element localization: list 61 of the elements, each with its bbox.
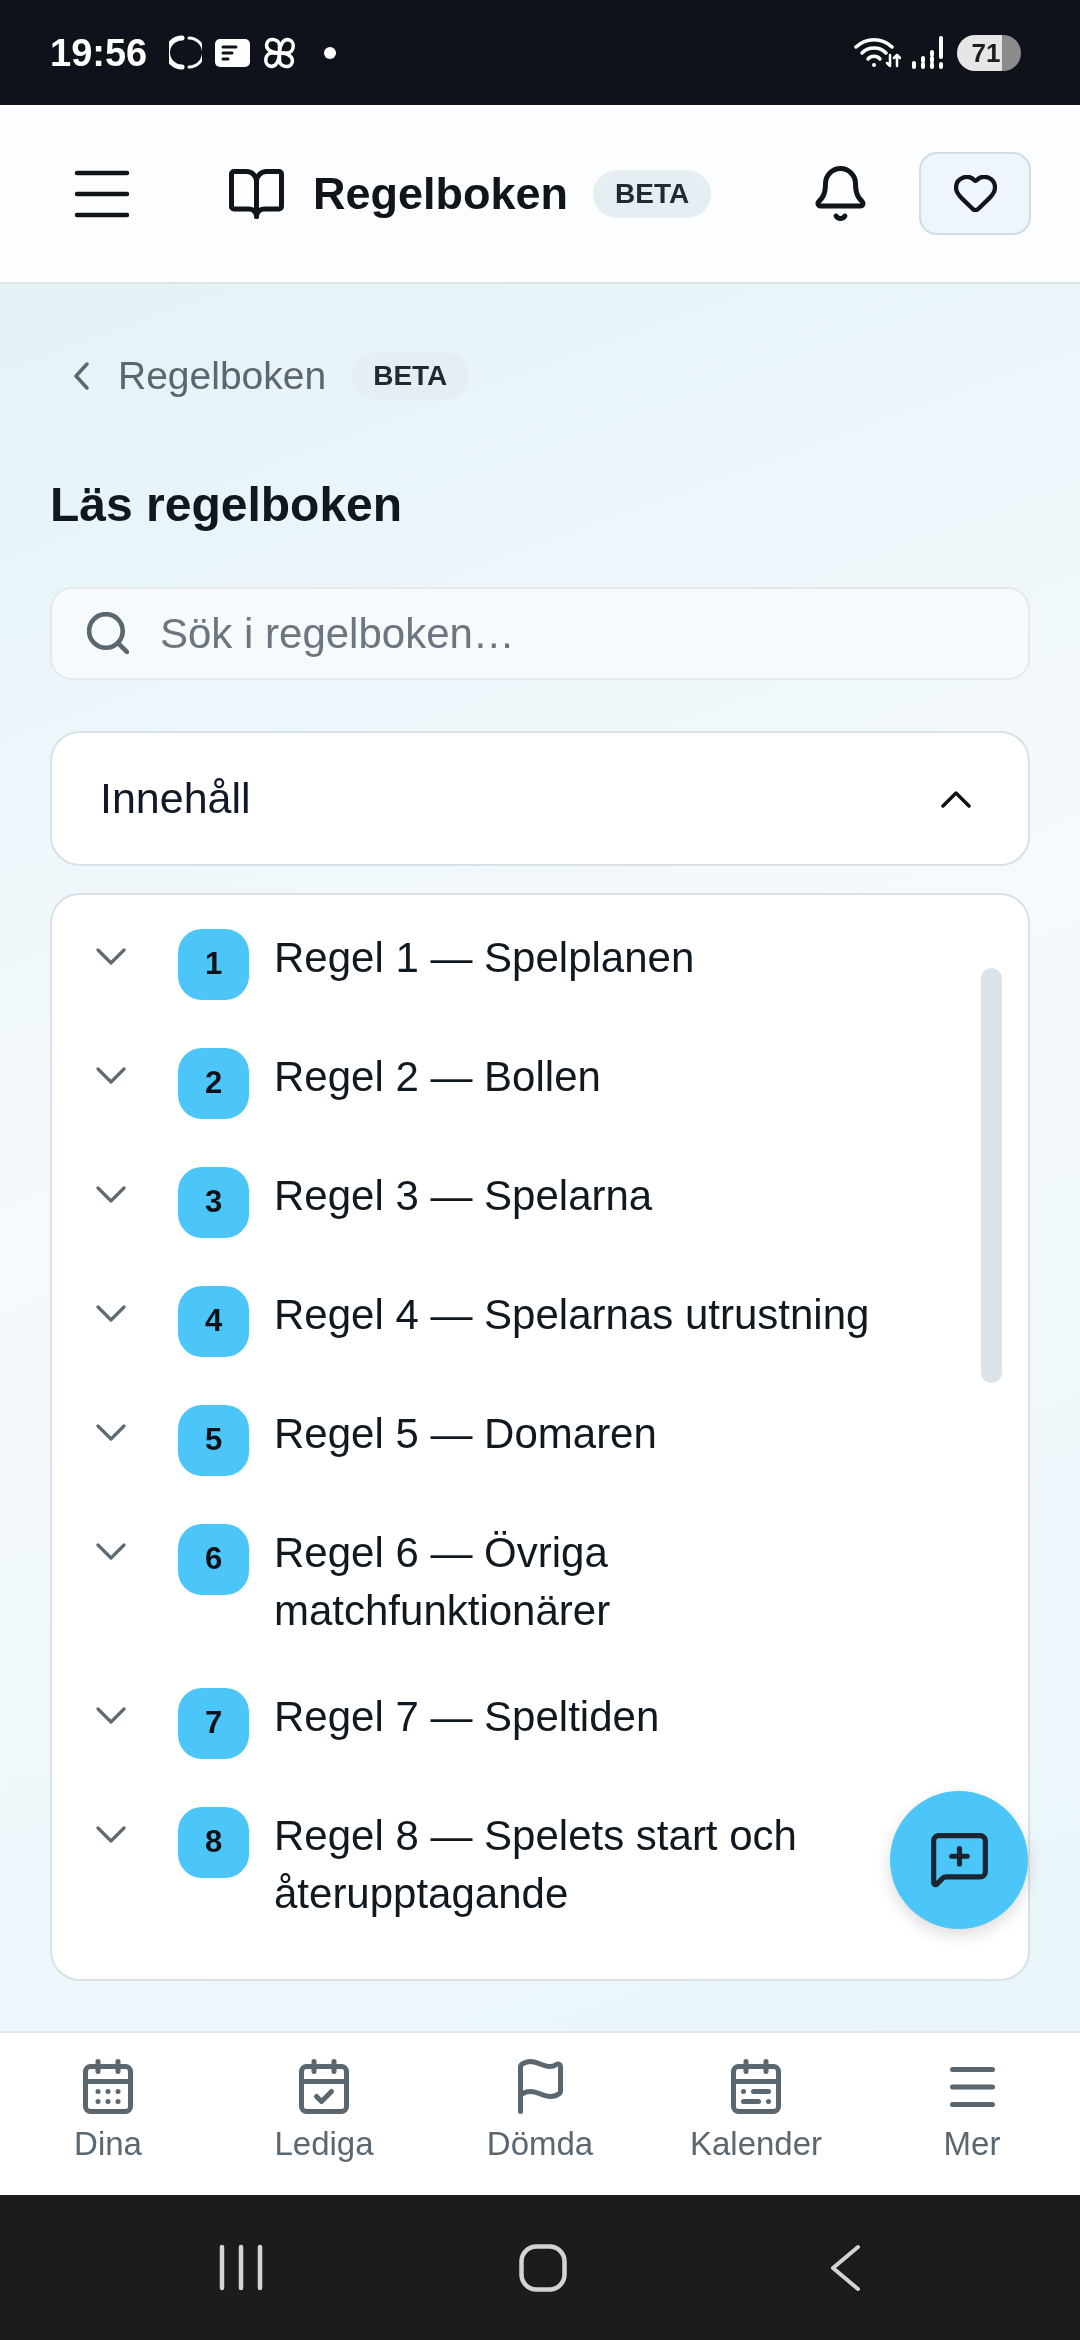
flag-icon xyxy=(517,2059,563,2114)
back-icon[interactable] xyxy=(830,2243,861,2292)
nav-item[interactable]: Mer xyxy=(864,2033,1080,2195)
rule-title[interactable]: Regel 3 — Spelarna xyxy=(274,1167,886,1225)
chevron-down-icon xyxy=(96,1305,126,1323)
circle-arcs-icon xyxy=(169,35,203,70)
nav-item[interactable]: Dina xyxy=(0,2033,216,2195)
nav-item[interactable]: Dömda xyxy=(432,2033,648,2195)
search-field[interactable]: Sök i regelboken… xyxy=(50,587,1030,680)
chevron-down-icon xyxy=(96,1543,126,1561)
note-icon xyxy=(215,38,251,67)
heart-icon xyxy=(953,175,997,212)
rule-number-badge: 2 xyxy=(178,1048,249,1119)
favorites-button[interactable] xyxy=(919,152,1031,235)
chevron-up-icon xyxy=(941,789,971,808)
app-title: Regelboken xyxy=(313,166,569,221)
search-icon xyxy=(87,612,129,654)
battery-level: 71 xyxy=(957,34,1021,71)
rule-number-badge: 5 xyxy=(178,1405,249,1476)
rule-number-badge: 4 xyxy=(178,1286,249,1357)
wifi-icon xyxy=(854,36,901,69)
chevron-down-icon xyxy=(96,1707,126,1725)
calendar-check-icon xyxy=(299,2059,349,2114)
book-icon xyxy=(229,168,284,219)
bell-icon[interactable] xyxy=(815,166,866,221)
nav-item[interactable]: Kalender xyxy=(648,2033,864,2195)
contents-toggle[interactable]: Innehåll xyxy=(50,731,1030,866)
rule-title[interactable]: Regel 6 — Övriga matchfunktionärer xyxy=(274,1524,886,1640)
dot-icon xyxy=(324,46,337,59)
status-time: 19:56 xyxy=(50,33,148,72)
nav-item[interactable]: Lediga xyxy=(216,2033,432,2195)
chevron-down-icon xyxy=(96,1424,126,1442)
chevron-down-icon xyxy=(96,948,126,966)
home-icon[interactable] xyxy=(519,2243,567,2292)
message-plus-icon xyxy=(930,1832,988,1888)
page-title: Läs regelboken xyxy=(50,477,404,533)
rule-number-badge: 1 xyxy=(178,929,249,1000)
calendar-dots-icon xyxy=(83,2059,133,2114)
rule-title[interactable]: Regel 5 — Domaren xyxy=(274,1405,886,1463)
chevron-down-icon xyxy=(96,1826,126,1844)
recent-apps-icon[interactable] xyxy=(219,2244,263,2291)
chevron-left-icon xyxy=(72,361,91,391)
rule-number-badge: 6 xyxy=(178,1524,249,1595)
rule-title[interactable]: Regel 2 — Bollen xyxy=(274,1048,886,1106)
rule-number-badge: 3 xyxy=(178,1167,249,1238)
scrollbar-thumb[interactable] xyxy=(981,968,1002,1383)
calendar-lines-icon xyxy=(731,2059,781,2114)
signal-icon xyxy=(911,36,945,69)
chevron-down-icon xyxy=(96,1067,126,1085)
rule-title[interactable]: Regel 8 — Spelets start och återupptagande xyxy=(274,1807,886,1923)
rule-number-badge: 8 xyxy=(178,1807,249,1878)
rule-title[interactable]: Regel 1 — Spelplanen xyxy=(274,929,886,987)
back-link[interactable]: Regelboken xyxy=(72,346,327,406)
menu-icon[interactable] xyxy=(74,169,130,218)
rule-number-badge: 7 xyxy=(178,1688,249,1759)
chevron-down-icon xyxy=(96,1186,126,1204)
rule-title[interactable]: Regel 7 — Speltiden xyxy=(274,1688,886,1746)
beta-badge: BETA xyxy=(593,169,712,218)
menu-icon xyxy=(949,2066,995,2107)
rule-title[interactable]: Regel 4 — Spelarnas utrustning xyxy=(274,1286,886,1344)
beta-badge: BETA xyxy=(351,352,470,400)
